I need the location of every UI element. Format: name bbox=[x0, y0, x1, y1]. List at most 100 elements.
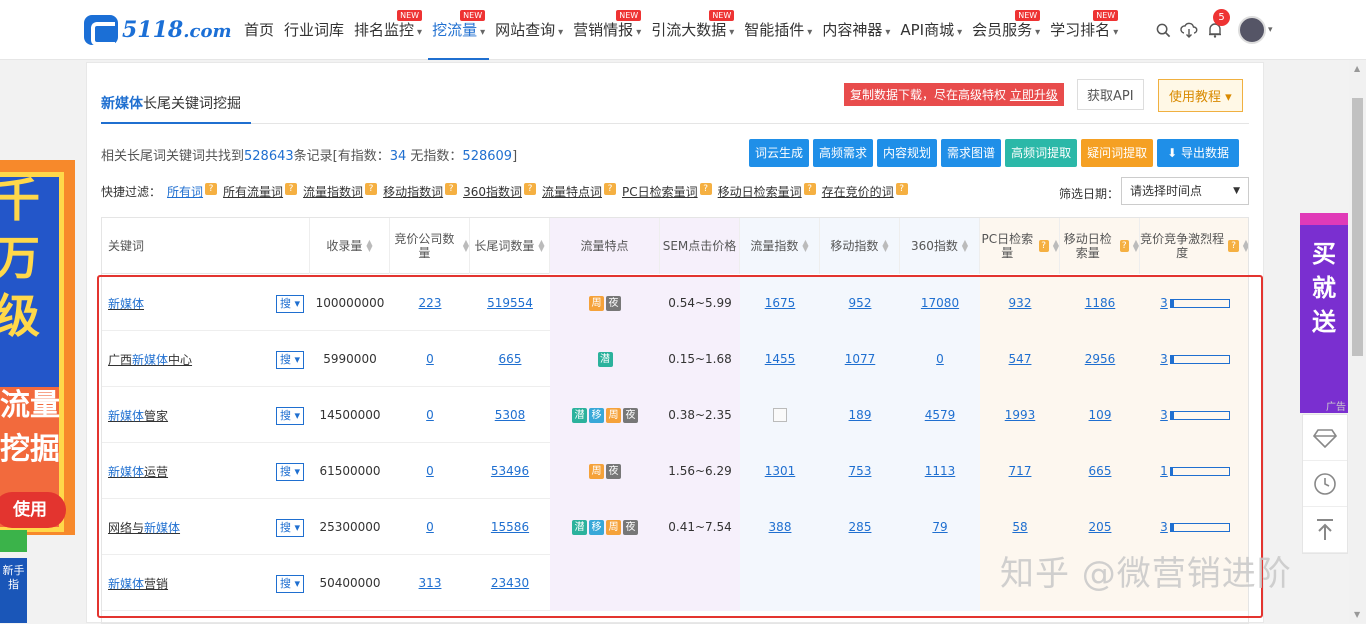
mobile-index-link[interactable]: 753 bbox=[849, 464, 872, 478]
right-advert-banner[interactable]: 买就送 广告 bbox=[1300, 213, 1348, 413]
left-advert-banner[interactable]: 千 万 级 流量 挖掘 使用 bbox=[0, 160, 75, 535]
avatar[interactable] bbox=[1238, 16, 1266, 44]
mobile-daily-link[interactable]: 1186 bbox=[1085, 296, 1116, 310]
nav-item[interactable]: 营销情报 ▾ NEW bbox=[569, 0, 645, 60]
competition-level[interactable]: 3 bbox=[1160, 408, 1168, 422]
upgrade-link[interactable]: 立即升级 bbox=[1010, 88, 1058, 102]
scrollbar[interactable]: ▲ ▼ bbox=[1349, 60, 1366, 623]
pc-daily-link[interactable]: 717 bbox=[1009, 464, 1032, 478]
help-icon[interactable]: ? bbox=[1038, 240, 1049, 252]
sort-icon[interactable]: ▲ ▼ bbox=[882, 239, 888, 253]
flow-index-link[interactable]: 388 bbox=[769, 520, 792, 534]
help-icon[interactable]: ? bbox=[699, 183, 712, 195]
sort-icon[interactable]: ▲ ▼ bbox=[1053, 239, 1059, 253]
nav-item[interactable]: 智能插件 ▾ bbox=[740, 0, 816, 60]
longtail-count-link[interactable]: 53496 bbox=[491, 464, 529, 478]
longtail-count-link[interactable]: 23430 bbox=[491, 576, 529, 590]
column-header[interactable]: 流量指数 ▲ ▼ bbox=[740, 218, 820, 274]
help-icon[interactable]: ? bbox=[1119, 240, 1129, 252]
flow-index-link[interactable]: 1675 bbox=[765, 296, 796, 310]
flow-index-link[interactable]: 1301 bbox=[765, 464, 796, 478]
column-header[interactable]: 360指数 ▲ ▼ bbox=[900, 218, 980, 274]
nav-item[interactable]: 挖流量 ▾ NEW bbox=[428, 0, 490, 60]
search-dropdown-button[interactable]: 搜 ▾ bbox=[275, 575, 304, 593]
mobile-daily-link[interactable]: 2956 bbox=[1085, 352, 1116, 366]
filter-link[interactable]: 存在竞价的词 bbox=[822, 183, 894, 200]
column-header[interactable]: 竞价公司数量 ▲ ▼ bbox=[390, 218, 470, 274]
competition-level[interactable]: 3 bbox=[1160, 352, 1168, 366]
filter-link[interactable]: 流量指数词 bbox=[303, 183, 363, 200]
help-icon[interactable]: ? bbox=[895, 183, 908, 195]
sort-icon[interactable]: ▲ ▼ bbox=[463, 239, 469, 253]
left-side-tab[interactable] bbox=[0, 530, 27, 552]
mobile-index-link[interactable]: 952 bbox=[849, 296, 872, 310]
action-button[interactable]: 高频需求 bbox=[813, 139, 874, 167]
longtail-count-link[interactable]: 665 bbox=[499, 352, 522, 366]
bell-icon[interactable]: 5 bbox=[1202, 9, 1230, 43]
search-dropdown-button[interactable]: 搜 ▾ bbox=[275, 463, 304, 481]
pc-daily-link[interactable]: 1993 bbox=[1005, 408, 1036, 422]
mobile-daily-link[interactable]: 205 bbox=[1089, 520, 1112, 534]
search-dropdown-button[interactable]: 搜 ▾ bbox=[275, 519, 304, 537]
column-header[interactable]: 收录量 ▲ ▼ bbox=[310, 218, 390, 274]
column-header[interactable]: 竞价竞争激烈程度? ▲ ▼ bbox=[1140, 218, 1248, 274]
help-icon[interactable]: ? bbox=[205, 183, 218, 195]
action-button[interactable]: ⬇ 导出数据 bbox=[1157, 139, 1239, 167]
sort-icon[interactable]: ▲ ▼ bbox=[1243, 239, 1248, 253]
nav-item[interactable]: 会员服务 ▾ NEW bbox=[968, 0, 1044, 60]
nav-item[interactable]: 引流大数据 ▾ NEW bbox=[647, 0, 738, 60]
scroll-up-icon[interactable]: ▲ bbox=[1354, 64, 1360, 73]
index-360-link[interactable]: 17080 bbox=[921, 296, 959, 310]
filter-link[interactable]: 移动指数词 bbox=[383, 183, 443, 200]
company-count-link[interactable]: 0 bbox=[426, 464, 434, 478]
column-header[interactable]: PC日检索量? ▲ ▼ bbox=[980, 218, 1060, 274]
filter-link[interactable]: 所有词 bbox=[167, 183, 203, 200]
mobile-index-link[interactable]: 285 bbox=[849, 520, 872, 534]
column-header[interactable]: 移动日检索量? ▲ ▼ bbox=[1060, 218, 1140, 274]
action-button[interactable]: 高频词提取 bbox=[1005, 139, 1078, 167]
back-to-top-icon[interactable] bbox=[1303, 507, 1347, 553]
action-button[interactable]: 疑问词提取 bbox=[1081, 139, 1154, 167]
filter-link[interactable]: 所有流量词 bbox=[223, 183, 283, 200]
keyword-link[interactable]: 新媒体营销 bbox=[108, 575, 168, 592]
company-count-link[interactable]: 313 bbox=[419, 576, 442, 590]
index-360-link[interactable]: 79 bbox=[932, 520, 947, 534]
sort-icon[interactable]: ▲ ▼ bbox=[538, 239, 544, 253]
flow-index-link[interactable]: 1455 bbox=[765, 352, 796, 366]
mobile-index-link[interactable]: 189 bbox=[849, 408, 872, 422]
column-header[interactable]: 移动指数 ▲ ▼ bbox=[820, 218, 900, 274]
help-icon[interactable]: ? bbox=[1228, 240, 1239, 252]
keyword-link[interactable]: 网络与新媒体 bbox=[108, 519, 180, 536]
nav-item[interactable]: 学习排名 ▾ NEW bbox=[1046, 0, 1122, 60]
clock-icon[interactable] bbox=[1303, 461, 1347, 507]
longtail-count-link[interactable]: 519554 bbox=[487, 296, 533, 310]
help-icon[interactable]: ? bbox=[604, 183, 616, 195]
company-count-link[interactable]: 0 bbox=[426, 520, 434, 534]
sort-icon[interactable]: ▲ ▼ bbox=[962, 239, 968, 253]
pc-daily-link[interactable]: 547 bbox=[1009, 352, 1032, 366]
keyword-link[interactable]: 新媒体管家 bbox=[108, 407, 168, 424]
nav-item[interactable]: 行业词库 bbox=[280, 0, 348, 60]
get-api-button[interactable]: 获取API bbox=[1077, 79, 1144, 110]
company-count-link[interactable]: 223 bbox=[419, 296, 442, 310]
longtail-count-link[interactable]: 5308 bbox=[495, 408, 526, 422]
nav-item[interactable]: 排名监控 ▾ NEW bbox=[350, 0, 426, 60]
filter-link[interactable]: 移动日检索量词 bbox=[718, 183, 802, 200]
mobile-daily-link[interactable]: 109 bbox=[1089, 408, 1112, 422]
avatar-caret-icon[interactable]: ▾ bbox=[1268, 25, 1273, 35]
filter-link[interactable]: 360指数词 bbox=[463, 183, 522, 200]
scrollbar-thumb[interactable] bbox=[1352, 98, 1363, 356]
competition-level[interactable]: 1 bbox=[1160, 464, 1168, 478]
help-icon[interactable]: ? bbox=[365, 183, 378, 195]
help-icon[interactable]: ? bbox=[523, 183, 536, 195]
nav-item[interactable]: 首页 bbox=[240, 0, 278, 60]
keyword-link[interactable]: 新媒体 bbox=[108, 295, 144, 312]
action-button[interactable]: 需求图谱 bbox=[941, 139, 1002, 167]
mobile-index-link[interactable]: 1077 bbox=[845, 352, 876, 366]
index-360-link[interactable]: 1113 bbox=[925, 464, 956, 478]
search-icon[interactable] bbox=[1150, 17, 1176, 43]
action-button[interactable]: 内容规划 bbox=[877, 139, 938, 167]
keyword-link[interactable]: 新媒体运营 bbox=[108, 463, 168, 480]
filter-link[interactable]: 流量特点词 bbox=[542, 183, 602, 200]
sort-icon[interactable]: ▲ ▼ bbox=[1133, 239, 1139, 253]
